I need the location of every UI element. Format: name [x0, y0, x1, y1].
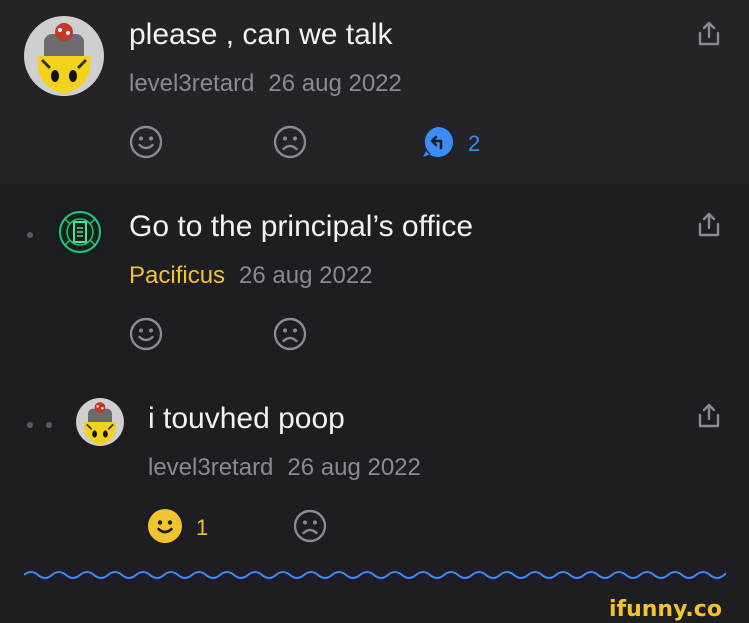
reply-count[interactable]: 2 — [468, 131, 480, 157]
avatar[interactable] — [56, 208, 104, 256]
smile-icon[interactable] — [128, 124, 164, 160]
smile-icon-active[interactable] — [147, 508, 183, 544]
avatar[interactable] — [76, 398, 124, 446]
thread-depth-dot — [27, 422, 33, 428]
comment-meta: Pacificus 26 aug 2022 — [129, 262, 373, 290]
share-icon[interactable] — [695, 20, 723, 48]
frown-icon[interactable] — [272, 124, 308, 160]
comment-title: please , can we talk — [129, 18, 393, 51]
comment-meta: level3retard 26 aug 2022 — [148, 454, 421, 482]
comment-author[interactable]: Pacificus — [129, 262, 225, 289]
share-icon[interactable] — [695, 402, 723, 430]
comment-date: 26 aug 2022 — [287, 454, 421, 481]
frown-icon[interactable] — [272, 316, 308, 352]
comment-meta: level3retard 26 aug 2022 — [129, 70, 402, 98]
frown-icon[interactable] — [292, 508, 328, 544]
comment-title: i touvhed poop — [148, 402, 345, 435]
like-count[interactable]: 1 — [196, 515, 208, 541]
comment-author[interactable]: level3retard — [129, 70, 254, 97]
comment-author[interactable]: level3retard — [148, 454, 273, 481]
thread-depth-dot — [46, 422, 52, 428]
avatar[interactable] — [24, 16, 104, 96]
comment-date: 26 aug 2022 — [239, 262, 373, 289]
comment-date: 26 aug 2022 — [268, 70, 402, 97]
ifunny-watermark-logo: ifunny.co — [609, 597, 722, 621]
comment-title: Go to the principal’s office — [129, 210, 474, 243]
reply-bubble-icon[interactable] — [420, 124, 456, 160]
share-icon[interactable] — [695, 211, 723, 239]
wavy-divider — [24, 571, 726, 579]
thread-depth-dot — [27, 232, 33, 238]
svg-text:ifunny.co: ifunny.co — [609, 597, 722, 621]
smile-icon[interactable] — [128, 316, 164, 352]
